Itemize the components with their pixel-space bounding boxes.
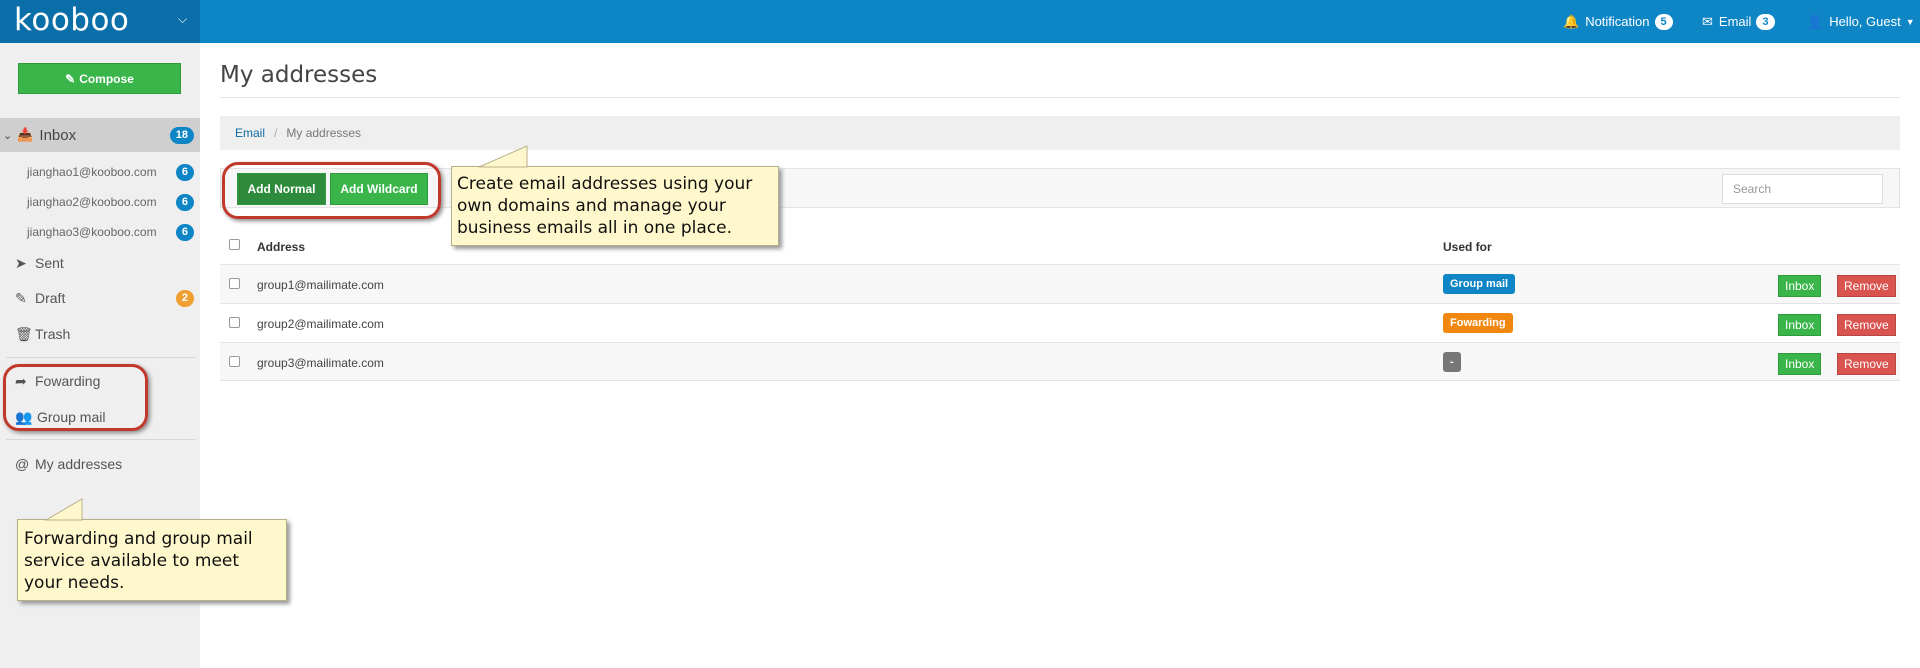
table-row: group1@mailimate.com Group mail Inbox Re… (220, 264, 1900, 303)
share-arrow-icon: ➦ (15, 372, 27, 389)
at-sign-icon: @ (15, 456, 30, 472)
row-checkbox[interactable] (229, 278, 240, 289)
callout-pointer (478, 145, 528, 168)
sidebar-item-label: Group mail (37, 409, 106, 425)
sidebar-item-forwarding[interactable]: ➦ Fowarding (0, 366, 200, 396)
divider (220, 97, 1900, 98)
address-cell: group2@mailimate.com (257, 317, 384, 331)
remove-button[interactable]: Remove (1837, 275, 1896, 297)
search-input[interactable]: Search (1722, 174, 1883, 204)
select-all-checkbox[interactable] (229, 239, 240, 250)
sidebar-item-trash[interactable]: 🗑 Trash (0, 319, 200, 349)
envelope-open-icon: ✉ (1702, 13, 1713, 29)
inbox-icon: 📥 (17, 127, 34, 142)
toolbar-tooltip-callout: Create email addresses using your own do… (451, 166, 779, 246)
top-navbar: kooboo ⌵ 🔔 Notification 5 ✉ Email 3 👤 He… (0, 0, 1920, 43)
sidebar-tooltip-callout: Forwarding and group mail service availa… (17, 519, 287, 601)
sidebar-account-jianghao3[interactable]: jianghao3@kooboo.com 6 (0, 219, 200, 245)
inbox-button[interactable]: Inbox (1778, 314, 1822, 336)
account-count-badge: 6 (175, 164, 194, 181)
sidebar-item-label: Draft (35, 290, 66, 306)
used-for-label: Fowarding (1443, 313, 1513, 333)
table-row: group3@mailimate.com - Inbox Remove (220, 342, 1900, 381)
logo-area[interactable]: kooboo ⌵ (0, 0, 200, 43)
sidebar-item-inbox[interactable]: ⌄ 📥 Inbox 18 (0, 118, 200, 152)
account-address: jianghao3@kooboo.com (27, 225, 157, 239)
address-cell: group3@mailimate.com (257, 356, 384, 370)
breadcrumb-separator: / (274, 126, 278, 140)
paper-plane-icon: ➤ (15, 254, 27, 271)
breadcrumb-email-link[interactable]: Email (235, 126, 265, 140)
edit-icon: ✎ (15, 289, 27, 306)
kooboo-logo[interactable]: kooboo (14, 2, 129, 38)
row-checkbox[interactable] (229, 317, 240, 328)
page-title: My addresses (220, 62, 378, 88)
callout-text: Forwarding and group mail service availa… (24, 529, 253, 593)
callout-pointer (44, 498, 83, 521)
email-label: Email (1718, 14, 1752, 29)
callout-text: Create email addresses using your own do… (457, 174, 753, 238)
account-address: jianghao1@kooboo.com (27, 165, 157, 179)
notification-count-badge: 5 (1654, 13, 1673, 30)
notification-label: Notification (1585, 14, 1650, 29)
breadcrumb: Email / My addresses (220, 116, 1900, 150)
notification-menu[interactable]: 🔔 Notification 5 (1563, 0, 1673, 43)
user-icon: 👤 (1807, 13, 1824, 29)
sidebar-item-label: Inbox (39, 126, 77, 144)
remove-button[interactable]: Remove (1837, 314, 1896, 336)
trash-icon: 🗑 (15, 325, 33, 342)
user-menu[interactable]: 👤 Hello, Guest ▼ (1807, 0, 1915, 43)
sidebar-item-my-addresses[interactable]: @ My addresses (0, 449, 200, 479)
used-for-label: Group mail (1443, 274, 1516, 294)
remove-button[interactable]: Remove (1837, 353, 1896, 375)
sidebar-account-jianghao1[interactable]: jianghao1@kooboo.com 6 (0, 159, 200, 185)
sidebar-item-draft[interactable]: ✎ Draft 2 (0, 283, 200, 313)
compose-label: Compose (79, 71, 134, 86)
divider (6, 357, 196, 358)
users-icon: 👥 (15, 408, 33, 425)
inbox-button[interactable]: Inbox (1778, 353, 1822, 375)
sidebar-item-label: My addresses (35, 456, 123, 472)
sidebar-item-label: Trash (35, 326, 71, 342)
breadcrumb-current: My addresses (286, 126, 362, 140)
sidebar-item-label: Fowarding (35, 373, 101, 389)
user-greeting: Hello, Guest (1829, 14, 1901, 29)
column-header-used-for: Used for (1443, 240, 1492, 254)
account-count-badge: 6 (175, 224, 194, 241)
caret-down-icon: ▼ (1905, 16, 1915, 27)
sidebar-item-group-mail[interactable]: 👥 Group mail (0, 402, 200, 432)
draft-count-badge: 2 (175, 290, 194, 307)
edit-icon: ✎ (65, 71, 76, 86)
chevron-down-icon[interactable]: ⌵ (178, 12, 187, 27)
divider (6, 439, 196, 440)
row-checkbox[interactable] (229, 356, 240, 367)
chevron-down-icon[interactable]: ⌄ (3, 129, 12, 142)
inbox-button[interactable]: Inbox (1778, 275, 1822, 297)
compose-button[interactable]: ✎ Compose (18, 63, 181, 94)
sidebar-item-sent[interactable]: ➤ Sent (0, 248, 200, 278)
highlight-ring (222, 162, 441, 219)
account-count-badge: 6 (175, 194, 194, 211)
email-count-badge: 3 (1756, 13, 1775, 30)
email-menu[interactable]: ✉ Email 3 (1702, 0, 1775, 43)
sidebar-account-jianghao2[interactable]: jianghao2@kooboo.com 6 (0, 189, 200, 215)
inbox-count-badge: 18 (169, 127, 194, 144)
bell-icon: 🔔 (1563, 13, 1580, 29)
used-for-label: - (1443, 352, 1461, 372)
account-address: jianghao2@kooboo.com (27, 195, 157, 209)
sidebar-item-label: Sent (35, 255, 64, 271)
address-cell: group1@mailimate.com (257, 278, 384, 292)
table-row: group2@mailimate.com Fowarding Inbox Rem… (220, 303, 1900, 342)
column-header-address: Address (257, 240, 306, 254)
